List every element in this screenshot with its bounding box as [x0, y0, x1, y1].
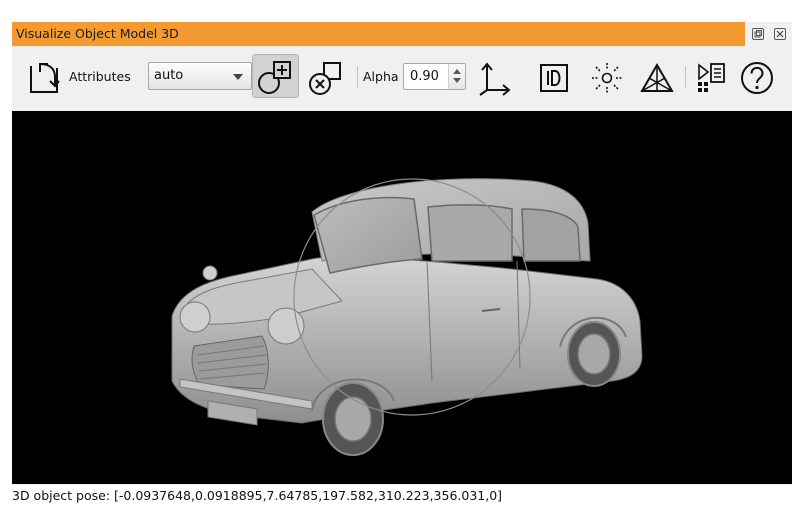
add-object-icon [258, 61, 291, 94]
axes-button[interactable] [475, 60, 513, 96]
alpha-value: 0.90 [410, 69, 439, 84]
attribute-panel-button[interactable] [693, 60, 729, 96]
attribute-panel-icon [698, 63, 725, 92]
add-object-button[interactable] [252, 54, 299, 98]
attributes-select-value: auto [154, 68, 184, 83]
window-title: Visualize Object Model 3D [16, 26, 179, 41]
car-model-render [171, 178, 643, 456]
float-window-icon[interactable] [751, 27, 765, 41]
alpha-label: Alpha [363, 69, 399, 84]
help-button[interactable] [739, 60, 775, 96]
reset-pose-icon [30, 63, 60, 93]
alpha-stepper[interactable] [448, 64, 465, 89]
show-id-button[interactable] [538, 62, 570, 94]
help-icon [741, 62, 773, 94]
pose-status-bar: 3D object pose: [-0.0937648,0.0918895,7.… [12, 485, 792, 507]
triangle-mesh-icon [640, 62, 674, 92]
toolbar: Attributes auto Alpha 0.90 [12, 49, 792, 107]
attributes-select[interactable]: auto [148, 62, 252, 90]
remove-object-icon [309, 62, 341, 95]
axes-icon [479, 62, 511, 96]
chevron-up-icon[interactable] [453, 69, 461, 74]
visualize-object-model-window: Visualize Object Model 3D Attributes aut… [12, 22, 792, 507]
light-icon [592, 63, 622, 93]
object-pose-text: 3D object pose: [-0.0937648,0.0918895,7.… [12, 488, 503, 503]
id-icon [540, 64, 568, 92]
3d-viewport[interactable] [12, 111, 792, 484]
toolbar-separator [685, 66, 686, 88]
light-button[interactable] [589, 60, 625, 96]
toolbar-separator [357, 66, 358, 88]
triangle-mesh-button[interactable] [639, 60, 675, 96]
close-window-icon[interactable] [773, 27, 787, 41]
reset-pose-button[interactable] [26, 59, 62, 95]
chevron-down-icon [233, 74, 243, 80]
remove-object-button[interactable] [307, 59, 347, 97]
alpha-spinbox[interactable]: 0.90 [403, 63, 466, 90]
title-bar-controls [745, 22, 792, 46]
window-title-bar[interactable]: Visualize Object Model 3D [12, 22, 745, 46]
attributes-label: Attributes [69, 69, 131, 84]
chevron-down-icon[interactable] [453, 78, 461, 83]
